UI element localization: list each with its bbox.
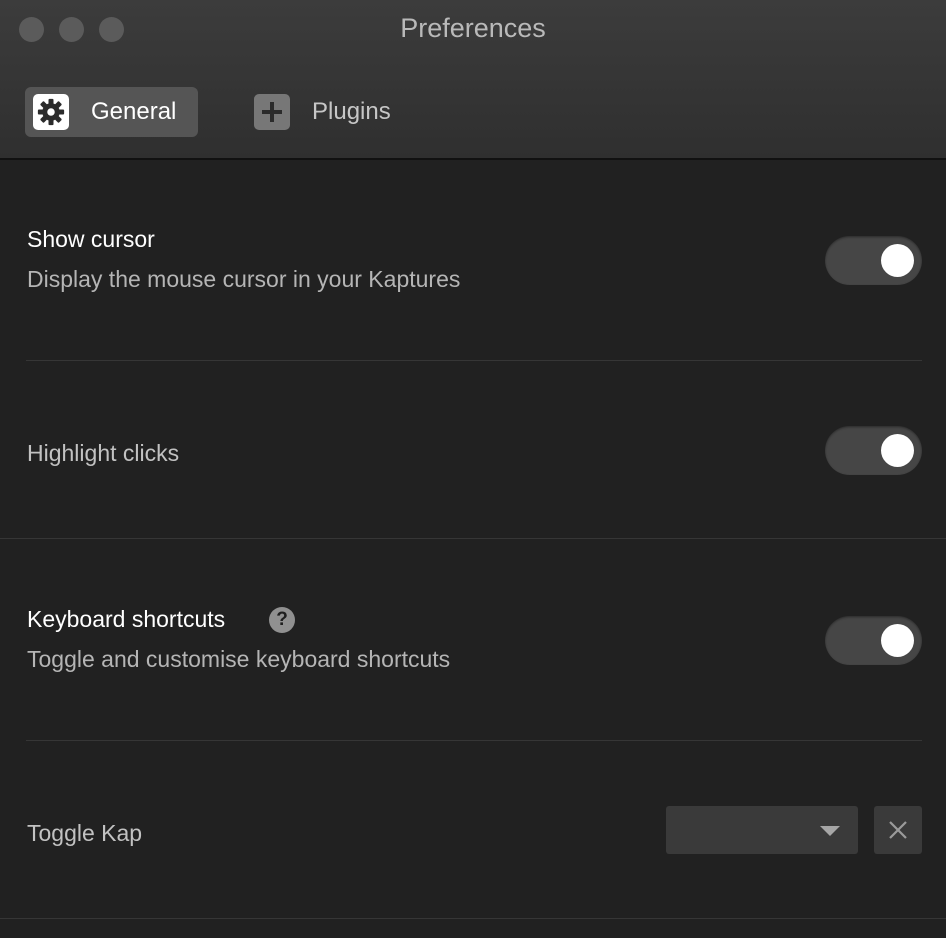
tab-plugins-label: Plugins — [312, 98, 391, 125]
keyboard-shortcuts-toggle[interactable] — [825, 616, 922, 665]
chevron-down-icon — [820, 826, 840, 836]
keyboard-shortcuts-description: Toggle and customise keyboard shortcuts — [27, 646, 451, 672]
highlight-clicks-title: Highlight clicks — [27, 440, 180, 466]
keyboard-shortcuts-title: Keyboard shortcuts — [27, 606, 226, 632]
toggle-knob — [881, 244, 914, 277]
question-mark-icon[interactable]: ? — [269, 607, 295, 633]
toggle-knob — [881, 624, 914, 657]
gear-icon — [33, 94, 69, 130]
tab-general-label: General — [91, 98, 177, 125]
toggle-kap-title: Toggle Kap — [27, 820, 143, 846]
highlight-clicks-toggle[interactable] — [825, 426, 922, 475]
divider — [26, 360, 922, 361]
show-cursor-title: Show cursor — [27, 226, 155, 252]
toggle-kap-shortcut-select[interactable] — [666, 806, 858, 854]
divider — [26, 740, 922, 741]
tab-general[interactable]: General — [25, 87, 198, 137]
tab-plugins[interactable]: Plugins — [253, 87, 423, 137]
window-title: Preferences — [400, 13, 546, 43]
show-cursor-description: Display the mouse cursor in your Kapture… — [27, 266, 461, 292]
clear-shortcut-button[interactable] — [874, 806, 922, 854]
section-divider — [0, 538, 946, 539]
toggle-knob — [881, 434, 914, 467]
section-divider — [0, 918, 946, 919]
show-cursor-toggle[interactable] — [825, 236, 922, 285]
close-icon — [889, 821, 907, 839]
title-bar: Preferences General Plugins — [0, 0, 946, 160]
plus-icon — [254, 94, 290, 130]
